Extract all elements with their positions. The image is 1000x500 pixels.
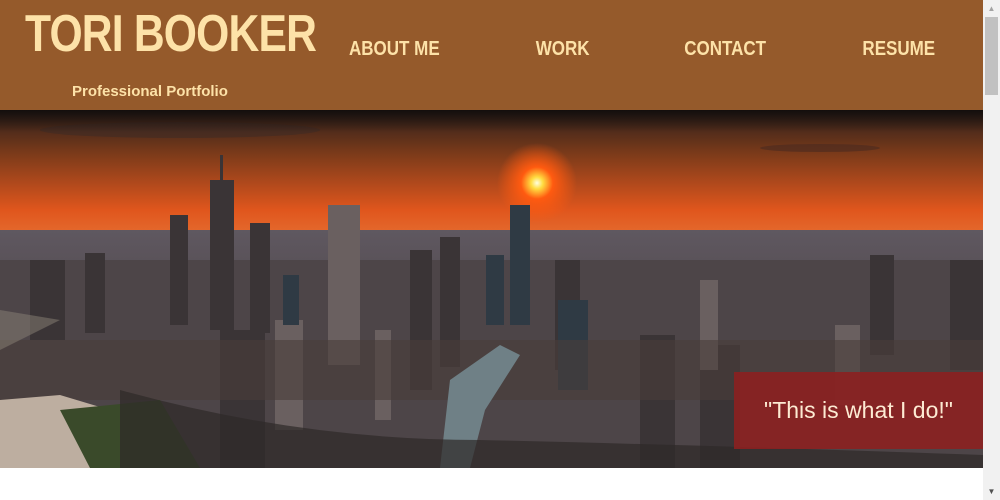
nav-contact[interactable]: CONTACT bbox=[684, 38, 766, 68]
nav-about-me[interactable]: ABOUT ME bbox=[349, 38, 440, 68]
site-header: TORI BOOKER Professional Portfolio ABOUT… bbox=[0, 0, 983, 110]
nav-resume[interactable]: RESUME bbox=[862, 38, 935, 68]
scrollbar-thumb[interactable] bbox=[985, 17, 998, 95]
hero-quote: "This is what I do!" bbox=[764, 397, 953, 423]
caret-up-icon[interactable]: ▲ bbox=[983, 0, 1000, 17]
vertical-scrollbar[interactable]: ▲ ▼ bbox=[983, 0, 1000, 500]
quote-box: "This is what I do!" bbox=[734, 372, 983, 449]
nav-work[interactable]: WORK bbox=[536, 38, 590, 68]
main-nav: ABOUT ME WORK CONTACT RESUME bbox=[300, 38, 983, 68]
caret-down-icon[interactable]: ▼ bbox=[983, 483, 1000, 500]
site-title: TORI BOOKER bbox=[25, 5, 317, 63]
site-tagline: Professional Portfolio bbox=[72, 83, 228, 100]
